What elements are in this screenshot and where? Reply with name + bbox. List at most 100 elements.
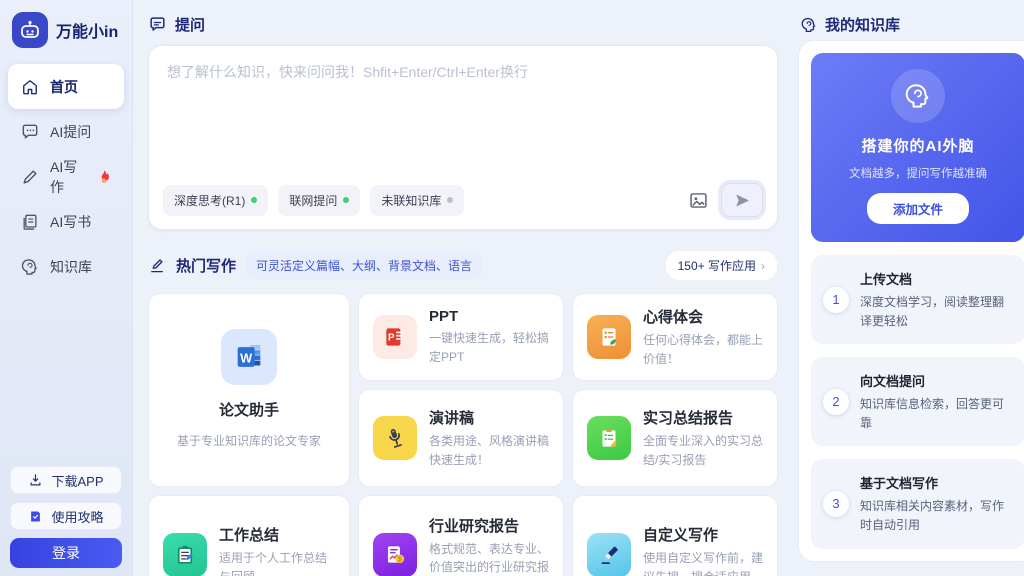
app-title: 万能小in [56,18,118,42]
sidebar-item-knowledge[interactable]: 知识库 [8,244,124,289]
main-content: 提问 深度思考(R1) 联网提问 未联知识库 [148,0,778,576]
knowledge-panel: 搭建你的AI外脑 文档越多，提问写作越准确 添加文件 1 上传文档 深度文档学习… [798,40,1024,562]
notes-leaf-icon [587,315,631,359]
ask-chat-icon [148,15,167,34]
step-text: 向文档提问 知识库信息检索，回答更可靠 [860,371,1013,432]
card-work-summary[interactable]: 工作总结 适用于个人工作总结与回顾 [148,495,350,576]
chevron-right-icon: › [761,259,765,273]
hot-writing-header: 热门写作 可灵活定义篇幅、大纲、背景文档、语言 150+ 写作应用 › [148,250,778,281]
chip-label: 未联知识库 [381,192,441,209]
brain-circle-icon [891,69,945,123]
pencil-icon [20,167,40,187]
download-icon [28,473,43,488]
sidebar-bottom: 下载APP 使用攻略 登录 [0,466,132,568]
kb-step-ask: 2 向文档提问 知识库信息检索，回答更可靠 [811,357,1024,446]
edit-icon [148,257,166,275]
brain-icon [20,257,40,277]
kb-brain-icon [800,16,818,34]
knowledge-title: 我的知识库 [825,14,900,35]
step-title: 向文档提问 [860,371,1013,390]
step-number: 2 [823,389,849,415]
upload-image-button[interactable] [685,187,711,213]
ask-actions [685,183,763,217]
card-title: 论文助手 [219,399,279,420]
download-app-button[interactable]: 下载APP [10,466,122,494]
chat-icon [20,122,40,142]
card-text: 实习总结报告 全面专业深入的实习总结/实习报告 [643,407,763,469]
guide-button[interactable]: 使用攻略 [10,502,122,530]
card-title: 心得体会 [643,306,763,327]
card-desc: 基于专业知识库的论文专家 [177,432,321,451]
home-icon [20,77,40,97]
send-button[interactable] [721,183,763,217]
question-input[interactable] [149,46,777,166]
kb-banner-title: 搭建你的AI外脑 [823,135,1013,156]
card-ppt[interactable]: P PPT 一键快速生成，轻松搞定PPT [358,293,564,381]
card-desc: 各类用途、风格演讲稿快速生成！ [429,432,549,469]
clipboard-pen-icon [163,533,207,576]
chip-deep-think[interactable]: 深度思考(R1) [163,185,268,216]
card-title: 行业研究报告 [429,515,549,536]
card-title: PPT [429,308,549,325]
card-desc: 任何心得体会，都能上价值！ [643,331,763,368]
svg-text:W: W [240,351,253,366]
card-text: PPT 一键快速生成，轻松搞定PPT [429,308,549,366]
sidebar-item-label: AI提问 [50,122,91,142]
card-text: 演讲稿 各类用途、风格演讲稿快速生成！ [429,407,549,469]
step-number: 1 [823,287,849,313]
download-app-label: 下载APP [51,471,103,490]
sidebar-item-home[interactable]: 首页 [8,64,124,109]
login-button[interactable]: 登录 [10,538,122,568]
card-desc: 适用于个人工作总结与回顾 [219,549,335,576]
ask-title: 提问 [175,14,205,35]
chip-web-search[interactable]: 联网提问 [278,185,360,216]
add-file-button[interactable]: 添加文件 [867,193,969,224]
sidebar-item-label: AI写书 [50,212,91,232]
question-box: 深度思考(R1) 联网提问 未联知识库 [148,45,778,230]
report-chart-icon: $ [373,533,417,576]
card-thesis-assistant[interactable]: W 论文助手 基于专业知识库的论文专家 [148,293,350,487]
step-title: 基于文档写作 [860,473,1013,492]
card-speech[interactable]: 演讲稿 各类用途、风格演讲稿快速生成！ [358,389,564,487]
sidebar-item-ai-book[interactable]: AI写书 [8,199,124,244]
flame-icon [96,168,112,186]
svg-text:$: $ [398,557,402,564]
sidebar-item-ai-writing[interactable]: AI写作 [8,154,124,199]
sidebar-item-label: AI写作 [50,157,84,197]
gray-dot-icon [447,197,453,203]
card-text: 工作总结 适用于个人工作总结与回顾 [219,524,335,576]
knowledge-header: 我的知识库 [800,14,900,35]
svg-text:P: P [388,332,395,343]
sidebar-item-ai-ask[interactable]: AI提问 [8,109,124,154]
card-title: 实习总结报告 [643,407,763,428]
guide-check-icon [28,509,43,524]
card-internship-report[interactable]: 实习总结报告 全面专业深入的实习总结/实习报告 [572,389,778,487]
marker-pen-icon [587,533,631,576]
step-title: 上传文档 [860,269,1013,288]
more-apps-button[interactable]: 150+ 写作应用 › [665,250,778,281]
card-industry-report[interactable]: $ 行业研究报告 格式规范、表达专业、价值突出的行业研究报告 [358,495,564,576]
card-desc: 使用自定义写作前，建议先搜一搜合适应用 [643,549,763,576]
step-desc: 知识库信息检索，回答更可靠 [860,395,1013,432]
robot-logo-icon [12,12,48,48]
ask-section-header: 提问 [148,14,778,35]
card-reflections[interactable]: 心得体会 任何心得体会，都能上价值！ [572,293,778,381]
step-desc: 深度文档学习，阅读整理翻译更轻松 [860,293,1013,330]
sidebar: 万能小in 首页 AI提问 AI写作 AI写书 知识库 [0,0,133,576]
green-dot-icon [251,197,257,203]
app-logo: 万能小in [0,0,132,64]
ppt-icon: P [373,315,417,359]
card-text: 自定义写作 使用自定义写作前，建议先搜一搜合适应用 [643,524,763,576]
sidebar-item-label: 首页 [50,77,78,97]
card-custom-writing[interactable]: 自定义写作 使用自定义写作前，建议先搜一搜合适应用 [572,495,778,576]
card-desc: 格式规范、表达专业、价值突出的行业研究报告 [429,540,549,576]
kb-banner: 搭建你的AI外脑 文档越多，提问写作越准确 添加文件 [811,53,1024,242]
chip-knowledge-base[interactable]: 未联知识库 [370,185,464,216]
chip-label: 深度思考(R1) [174,192,245,209]
clipboard-pencil-icon [587,416,631,460]
more-apps-label: 150+ 写作应用 [678,257,756,274]
card-desc: 一键快速生成，轻松搞定PPT [429,329,549,366]
step-text: 上传文档 深度文档学习，阅读整理翻译更轻松 [860,269,1013,330]
card-text: 心得体会 任何心得体会，都能上价值！ [643,306,763,368]
step-text: 基于文档写作 知识库相关内容素材，写作时自动引用 [860,473,1013,534]
